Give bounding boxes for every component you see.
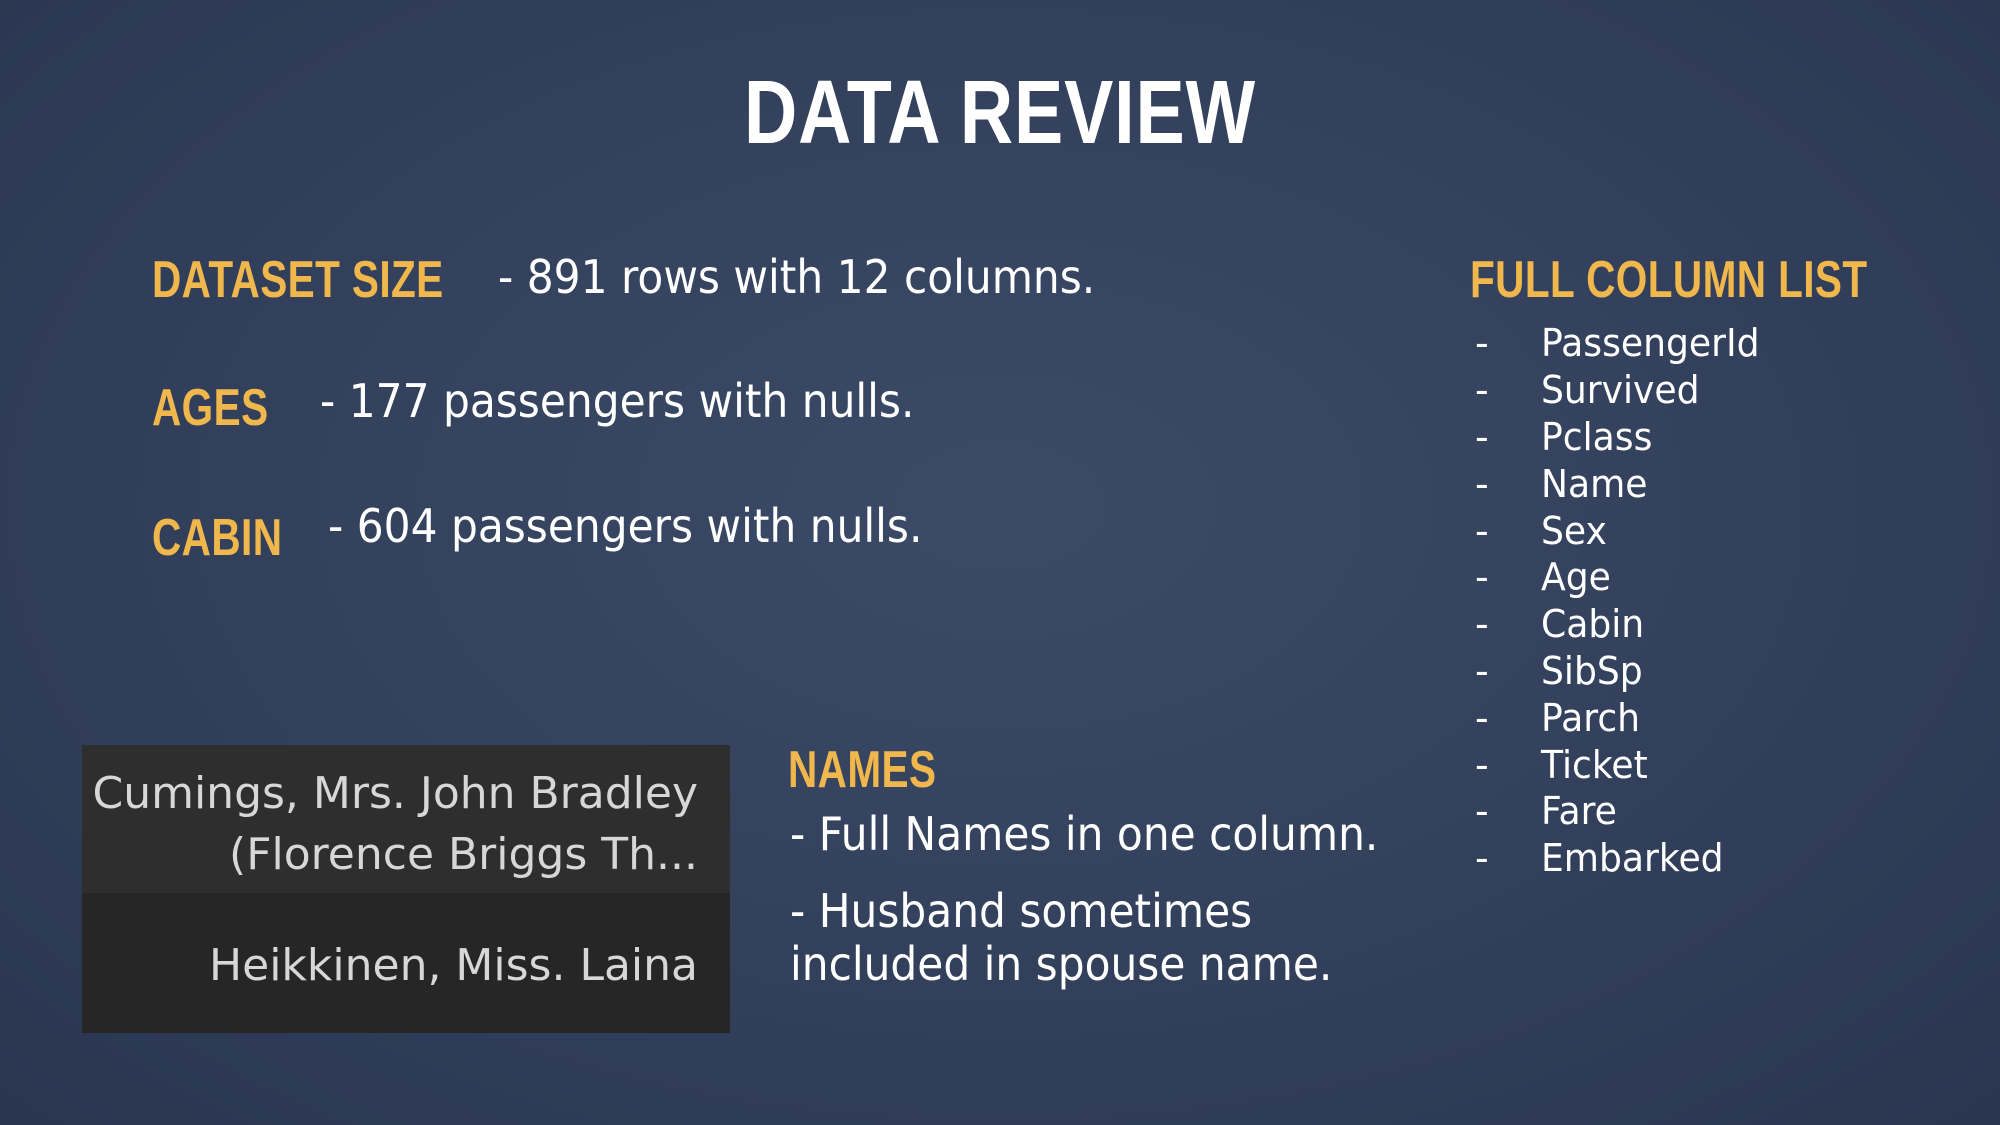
list-dash: - [1475, 789, 1489, 834]
dataset-size-heading: DATASET SIZE [152, 251, 444, 309]
column-name: Pclass [1541, 414, 1653, 459]
column-list-item: - Fare [1475, 788, 1771, 835]
names-point: - Husband sometimes [790, 884, 1253, 938]
dataset-size-text: - 891 rows with 12 columns. [498, 250, 1096, 304]
column-list-item: - Age [1475, 554, 1771, 601]
column-list-item: - Parch [1475, 694, 1771, 741]
column-list-item: - Cabin [1475, 601, 1771, 648]
column-name: Name [1541, 461, 1648, 506]
name-example-row: Cumings, Mrs. John Bradley (Florence Bri… [82, 745, 730, 893]
names-description: - Full Names in one column. - Husband so… [790, 808, 1378, 991]
column-list-item: - Name [1475, 460, 1771, 507]
name-example-line: Cumings, Mrs. John Bradley [92, 768, 698, 819]
list-dash: - [1475, 508, 1489, 553]
column-name: Survived [1541, 368, 1700, 413]
names-heading: NAMES [788, 741, 937, 799]
column-name: Embarked [1541, 836, 1724, 881]
ages-heading: AGES [152, 379, 269, 437]
column-list-item: - Embarked [1475, 835, 1771, 882]
list-dash: - [1475, 602, 1489, 647]
name-examples-table: Cumings, Mrs. John Bradley (Florence Bri… [82, 745, 730, 1033]
names-point: - Full Names in one column. [790, 807, 1379, 861]
column-name: Parch [1541, 695, 1641, 740]
column-name: Ticket [1541, 742, 1648, 787]
column-name: Fare [1541, 789, 1617, 834]
list-dash: - [1475, 555, 1489, 600]
full-column-list-heading: FULL COLUMN LIST [1470, 251, 1868, 309]
column-list-item: - Pclass [1475, 414, 1771, 461]
name-example-line: Heikkinen, Miss. Laina [209, 940, 698, 991]
column-name: Sex [1541, 508, 1607, 553]
column-name: PassengerId [1541, 321, 1760, 366]
column-name: SibSp [1541, 648, 1643, 693]
name-example-line: (Florence Briggs Th... [229, 829, 698, 880]
list-dash: - [1475, 461, 1489, 506]
name-example-row: Heikkinen, Miss. Laina [82, 893, 730, 1033]
column-list-item: - Ticket [1475, 741, 1771, 788]
column-name: Cabin [1541, 602, 1645, 647]
list-dash: - [1475, 414, 1489, 459]
list-dash: - [1475, 648, 1489, 693]
names-point: included in spouse name. [790, 937, 1333, 991]
ages-text: - 177 passengers with nulls. [320, 374, 915, 428]
list-dash: - [1475, 695, 1489, 740]
cabin-heading: CABIN [152, 509, 283, 567]
cabin-text: - 604 passengers with nulls. [328, 499, 923, 553]
column-name: Age [1541, 555, 1611, 600]
column-list-item: - PassengerId [1475, 320, 1771, 367]
column-list-item: - SibSp [1475, 648, 1771, 695]
column-list: - PassengerId - Survived - Pclass - Name - Se… [1475, 320, 1771, 882]
column-list-item: - Survived [1475, 367, 1771, 414]
slide: DATA REVIEW DATASET SIZE - 891 rows with… [0, 0, 2000, 1125]
slide-title: DATA REVIEW [744, 63, 1256, 163]
list-dash: - [1475, 321, 1489, 366]
column-list-item: - Sex [1475, 507, 1771, 554]
list-dash: - [1475, 742, 1489, 787]
list-dash: - [1475, 836, 1489, 881]
list-dash: - [1475, 368, 1489, 413]
